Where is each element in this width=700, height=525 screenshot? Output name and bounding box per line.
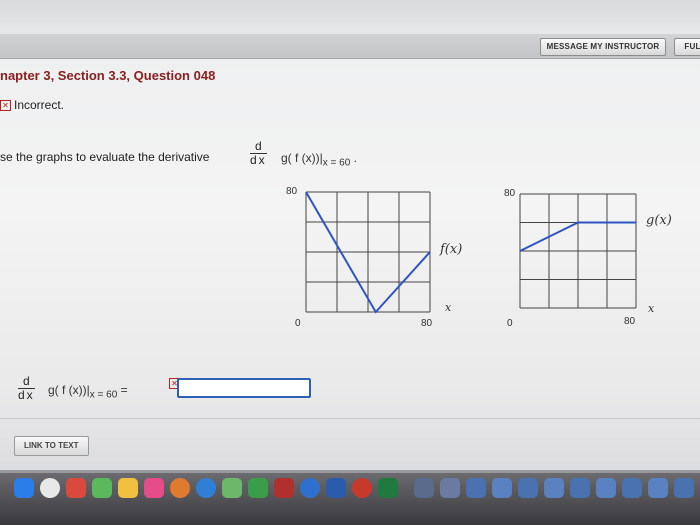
expr-sub: x = 60 <box>322 157 351 169</box>
window-icon[interactable] <box>648 478 668 498</box>
dock <box>0 470 700 525</box>
grid-f <box>305 191 431 313</box>
f-y-max: 80 <box>286 186 298 197</box>
messages-icon[interactable] <box>92 478 112 498</box>
deriv-denominator: dx <box>250 153 267 167</box>
derivative-fraction: d dx <box>250 140 267 167</box>
equals-sign: = <box>120 383 128 397</box>
window-icon[interactable] <box>570 478 590 498</box>
divider <box>0 418 700 419</box>
notes-icon[interactable] <box>118 478 138 498</box>
f-x-axis-label: x <box>445 301 452 314</box>
window-icon[interactable] <box>466 478 486 498</box>
g-label: g(x) <box>646 213 672 228</box>
calendar-icon[interactable] <box>66 478 86 498</box>
message-instructor-button[interactable]: MESSAGE MY INSTRUCTOR <box>540 38 666 56</box>
status-line: ✕ Incorrect. <box>0 98 64 112</box>
answer-expression: g( f (x))|x = 60 = <box>48 383 128 400</box>
question-prompt: se the graphs to evaluate the derivative <box>0 150 210 164</box>
g-origin: 0 <box>507 318 513 329</box>
excel-icon[interactable] <box>378 478 398 498</box>
graph-f <box>305 191 431 314</box>
window-icon[interactable] <box>544 478 564 498</box>
window-icon[interactable] <box>518 478 538 498</box>
g-y-max: 80 <box>504 188 516 199</box>
answer-derivative-fraction: d dx <box>18 375 35 402</box>
window-icon[interactable] <box>622 478 642 498</box>
answer-deriv-numerator: d <box>18 375 35 389</box>
f-x-max: 80 <box>421 318 433 329</box>
answer-field[interactable] <box>177 378 313 398</box>
answer-expr-sub: x = 60 <box>89 389 118 401</box>
f-label: f(x) <box>440 242 463 257</box>
status-text: Incorrect. <box>14 98 65 112</box>
facetime-icon[interactable] <box>222 478 242 498</box>
photos-icon[interactable] <box>170 478 190 498</box>
powerpoint-icon[interactable] <box>274 478 294 498</box>
preview-icon[interactable] <box>414 478 434 498</box>
grid-g <box>519 193 637 309</box>
question-title: napter 3, Section 3.3, Question 048 <box>0 68 216 83</box>
chart-app-icon[interactable] <box>248 478 268 498</box>
graph-g <box>519 193 637 309</box>
chrome-icon[interactable] <box>300 478 320 498</box>
expr-body: g( f (x))| <box>281 151 323 165</box>
g-x-max: 80 <box>624 316 636 327</box>
deriv-numerator: d <box>250 140 267 154</box>
window-icon[interactable] <box>492 478 512 498</box>
answer-deriv-denominator: dx <box>18 388 35 402</box>
answer-expr-body: g( f (x))| <box>48 383 90 397</box>
x-mark-icon: ✕ <box>0 100 11 111</box>
window-icon[interactable] <box>674 478 694 498</box>
full-view-button[interactable]: FULL <box>674 38 700 56</box>
dock-shelf <box>0 470 700 473</box>
document-icon[interactable] <box>440 478 460 498</box>
word-icon[interactable] <box>326 478 346 498</box>
prompt-expression: g( f (x))|x = 60 . <box>281 151 357 168</box>
expr-end: . <box>353 151 357 165</box>
music-icon[interactable] <box>144 478 164 498</box>
opera-icon[interactable] <box>352 478 372 498</box>
window-icon[interactable] <box>596 478 616 498</box>
safari-icon[interactable] <box>40 478 60 498</box>
f-origin: 0 <box>295 318 301 329</box>
finder-icon[interactable] <box>14 478 34 498</box>
g-x-axis-label: x <box>648 302 655 315</box>
app-store-icon[interactable] <box>196 478 216 498</box>
answer-input[interactable] <box>179 380 313 398</box>
link-to-text-button[interactable]: LINK TO TEXT <box>14 436 89 456</box>
